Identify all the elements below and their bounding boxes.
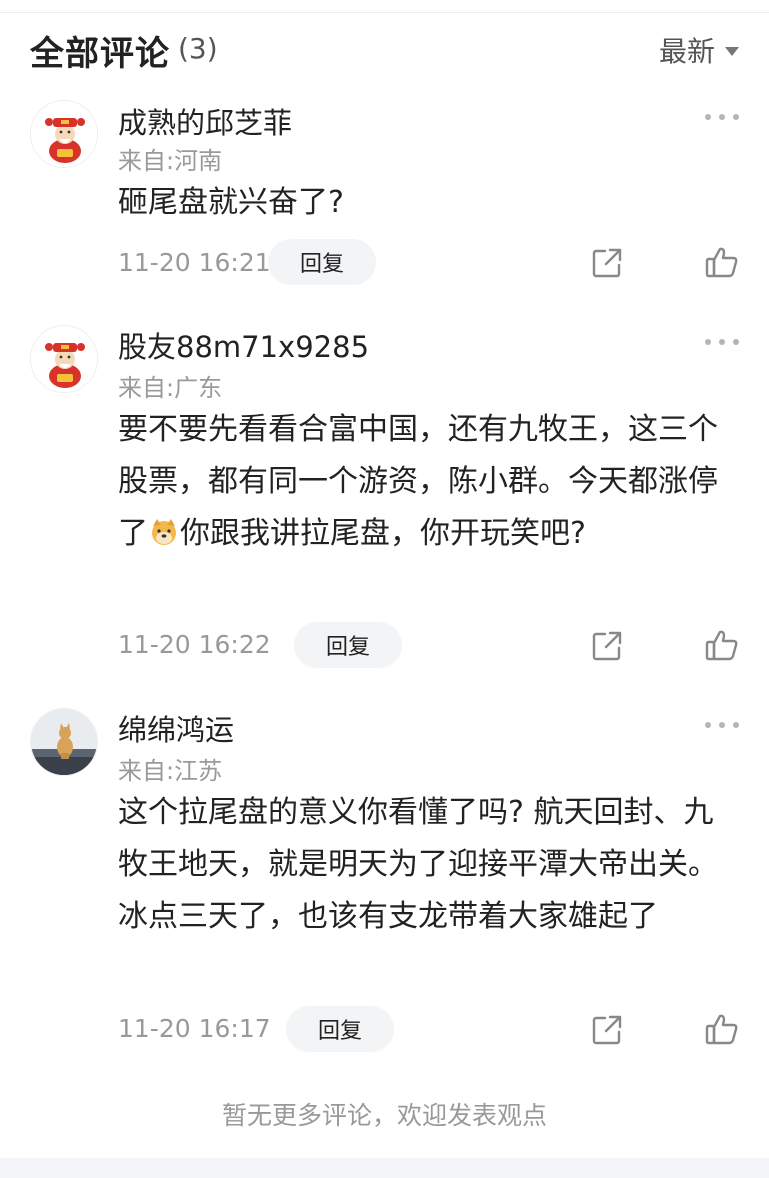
comment-username[interactable]: 成熟的邱芝菲 (118, 100, 292, 142)
comments-title: 全部评论 (30, 34, 170, 74)
comment-time: 11-20 16:17 (118, 1014, 271, 1043)
comment-text: 要不要先看看合富中国，还有九牧王，这三个股票，都有同一个游资，陈小群。今天都涨停… (118, 404, 730, 560)
comments-count: (3) (178, 32, 218, 65)
comment-location: 来自:河南 (118, 147, 223, 175)
comment-username[interactable]: 绵绵鸿运 (118, 707, 234, 749)
doge-emoji-icon (152, 519, 176, 545)
thumbs-up-icon[interactable] (705, 245, 739, 279)
caret-down-icon (725, 46, 739, 56)
comment-text: 砸尾盘就兴奋了? (118, 185, 344, 220)
comment-time: 11-20 16:21 (118, 248, 271, 277)
reply-button[interactable]: 回复 (286, 1006, 394, 1052)
comment-location: 来自:广东 (118, 374, 223, 402)
thumbs-up-icon[interactable] (705, 1012, 739, 1046)
more-options-icon[interactable] (705, 337, 739, 347)
comment-text-part: 你跟我讲拉尾盘，你开玩笑吧? (180, 516, 586, 551)
caishen-avatar[interactable] (30, 325, 98, 393)
reply-button[interactable]: 回复 (268, 239, 376, 285)
share-icon[interactable] (591, 1014, 623, 1046)
caishen-avatar[interactable] (30, 100, 98, 168)
comment-location: 来自:江苏 (118, 757, 223, 785)
more-options-icon[interactable] (705, 720, 739, 730)
sort-dropdown[interactable]: 最新 (659, 30, 739, 70)
cat-photo-avatar[interactable] (30, 708, 98, 776)
comment-time: 11-20 16:22 (118, 630, 271, 659)
sort-label: 最新 (658, 35, 715, 68)
comment-username[interactable]: 股友88m71x9285 (118, 324, 369, 366)
thumbs-up-icon[interactable] (705, 628, 739, 662)
reply-button[interactable]: 回复 (294, 622, 402, 668)
comment-text: 这个拉尾盘的意义你看懂了吗? 航天回封、九牧王地天，就是明天为了迎接平潭大帝出关… (118, 795, 718, 934)
bottom-bar (0, 1158, 769, 1178)
share-icon[interactable] (591, 247, 623, 279)
comments-header: 全部评论 (3) 最新 (0, 22, 769, 78)
top-divider (0, 12, 769, 13)
more-options-icon[interactable] (705, 112, 739, 122)
share-icon[interactable] (591, 630, 623, 662)
no-more-comments-note: 暂无更多评论，欢迎发表观点 (221, 1101, 547, 1130)
